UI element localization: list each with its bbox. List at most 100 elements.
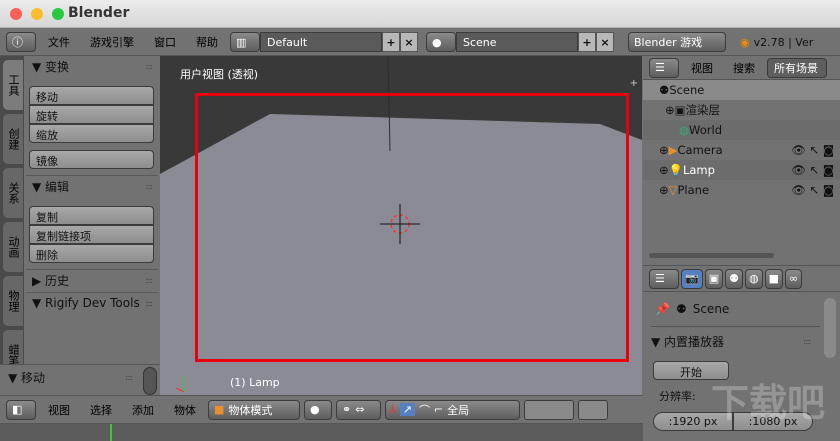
constraints-tab-icon[interactable]: ∞ [785,268,803,289]
remove-scene-icon[interactable]: × [596,32,614,52]
embedded-player-header[interactable]: ▼ 内置播放器:::: [643,331,818,351]
object-tab-icon[interactable]: ■ [764,268,783,289]
close-button[interactable] [10,8,22,20]
visibility-icons[interactable]: 👁 ↖ ◙ [791,143,834,157]
context-path: 📌 ⚉ Scene [643,292,840,326]
editor-type-button[interactable]: ⓘ [6,32,36,52]
scene-icon: ⚉ [659,83,670,97]
snap-icon: ⇔ [355,403,365,416]
maximize-button[interactable] [52,8,64,20]
tab-physics[interactable]: 物理 [3,276,23,326]
mode-select[interactable]: ■ 物体模式 [208,399,300,420]
rotate-button[interactable]: 旋转 [29,105,154,124]
world-tab-icon[interactable]: ◍ [744,268,763,289]
menu-window[interactable]: 窗口 [146,34,184,50]
pivot-icon: ⚭ [342,403,352,416]
outliner-item-render-layers[interactable]: ⊕ ▣ 渲染层 [643,100,840,120]
translate-icon[interactable]: ↗ [399,403,415,416]
tab-tools[interactable]: 工具 [3,60,23,110]
camera-icon: ▶ [668,143,678,157]
scene-label: Scene [692,302,730,316]
render-engine-select[interactable]: Blender 游戏 [628,32,726,52]
view-label: 用户视图 (透视) [180,68,259,81]
menu-game-engine[interactable]: 游戏引擎 [82,34,142,50]
properties-scrollbar[interactable] [824,298,836,358]
watermark: 下载吧 [711,381,826,425]
outliner: ☰ 视图 搜索 所有场景 ⚉ Scene ⊕ ▣ 渲染层 ◍ World ⊕ ▶… [643,56,840,262]
outliner-scrollbar[interactable] [649,253,774,258]
layer-buttons[interactable] [524,399,574,420]
orientation-label[interactable]: 全局 [447,402,469,418]
visibility-icons[interactable]: 👁 ↖ ◙ [791,183,834,197]
scene-field[interactable]: Scene [456,32,578,52]
history-panel-header[interactable]: ▶ 历史:::: [24,270,160,290]
outliner-type-button[interactable]: ☰ [649,57,679,78]
duplicate-button[interactable]: 复制 [29,206,154,225]
transform-panel-header[interactable]: ▼ 变换:::: [24,56,160,76]
scale-button[interactable]: 缩放 [29,124,154,143]
menu-file[interactable]: 文件 [40,34,78,50]
layer-buttons-2[interactable] [578,399,608,420]
scrollbar[interactable] [143,367,157,395]
outliner-item-camera[interactable]: ⊕ ▶ Camera 👁 ↖ ◙ [643,140,840,160]
info-header: ⓘ 文件 游戏引擎 窗口 帮助 ▥ Default + × ● Scene + … [0,29,840,56]
render-layers-tab-icon[interactable]: ▣ [704,268,724,289]
outliner-item-lamp[interactable]: ⊕ 💡 Lamp 👁 ↖ ◙ [643,160,840,180]
title-bar: Blender [0,0,840,28]
edit-panel-header[interactable]: ▼ 编辑:::: [24,176,160,196]
outliner-item-scene[interactable]: ⚉ Scene [643,80,840,100]
tab-relations[interactable]: 关系 [3,168,23,218]
properties-type-button[interactable]: ☰ [649,268,679,289]
remove-layout-icon[interactable]: × [400,32,418,52]
mirror-button[interactable]: 镜像 [29,150,154,169]
minimize-button[interactable] [31,8,43,20]
mode-label: 物体模式 [228,403,273,417]
highlight-box [195,93,629,362]
solid-shading-icon: ● [310,403,320,416]
render-tab-icon[interactable]: 📷 [681,268,703,289]
manipulator-icon[interactable]: ⅄ [389,403,396,416]
operator-panel: ▼ 移动:::: [0,364,160,395]
render-layer-icon: ▣ [674,103,686,117]
scale-icon[interactable]: ⌐ [434,403,443,416]
duplicate-linked-button[interactable]: 复制链接项 [29,225,154,244]
edit-title: 编辑 [45,179,70,194]
outliner-item-plane[interactable]: ⊕ ▽ Plane 👁 ↖ ◙ [643,180,840,200]
outliner-item-world[interactable]: ◍ World [643,120,840,140]
item-label: World [689,123,723,137]
rigify-panel-header[interactable]: ▼ Rigify Dev Tools:::: [24,293,160,313]
scene-tab-icon[interactable]: ⚉ [725,268,743,289]
visibility-icons[interactable]: 👁 ↖ ◙ [791,163,834,177]
add-layout-icon[interactable]: + [382,32,400,52]
timeline[interactable] [0,424,643,441]
layout-field[interactable]: Default [260,32,382,52]
operator-panel-header[interactable]: ▼ 移动:::: [0,367,140,387]
scene-browse-button[interactable]: ● [426,32,456,52]
transform-title: 变换 [45,59,70,74]
outliner-filter-select[interactable]: 所有场景 [767,57,827,78]
layout-browse-button[interactable]: ▥ [230,32,260,52]
add-scene-icon[interactable]: + [578,32,596,52]
menu-add[interactable]: 添加 [124,402,162,418]
outliner-menu-search[interactable]: 搜索 [725,60,763,76]
add-region-icon[interactable]: + [630,78,638,89]
scene-icon: ⚉ [675,302,687,316]
panel-title: 内置播放器 [664,334,725,349]
move-button[interactable]: 移动 [29,86,154,105]
menu-select[interactable]: 选择 [82,402,120,418]
outliner-menu-view[interactable]: 视图 [683,60,721,76]
menu-object[interactable]: 物体 [166,402,204,418]
tab-create[interactable]: 创建 [3,114,23,164]
shading-select[interactable]: ● [304,399,332,420]
tab-animation[interactable]: 动画 [3,222,23,272]
scene-icon: ● [432,35,442,49]
manipulator-group[interactable]: ⅄ ↗ ⌒ ⌐ 全局 [385,399,520,420]
pin-icon[interactable]: 📌 [655,302,670,316]
delete-button[interactable]: 删除 [29,244,154,263]
rotate-icon[interactable]: ⌒ [419,402,430,418]
editor-type-3d-button[interactable]: ◧ [6,399,36,420]
current-frame-marker[interactable] [110,424,112,441]
pivot-select[interactable]: ⚭ ⇔ [336,399,381,420]
menu-view[interactable]: 视图 [40,402,78,418]
menu-help[interactable]: 帮助 [188,34,226,50]
